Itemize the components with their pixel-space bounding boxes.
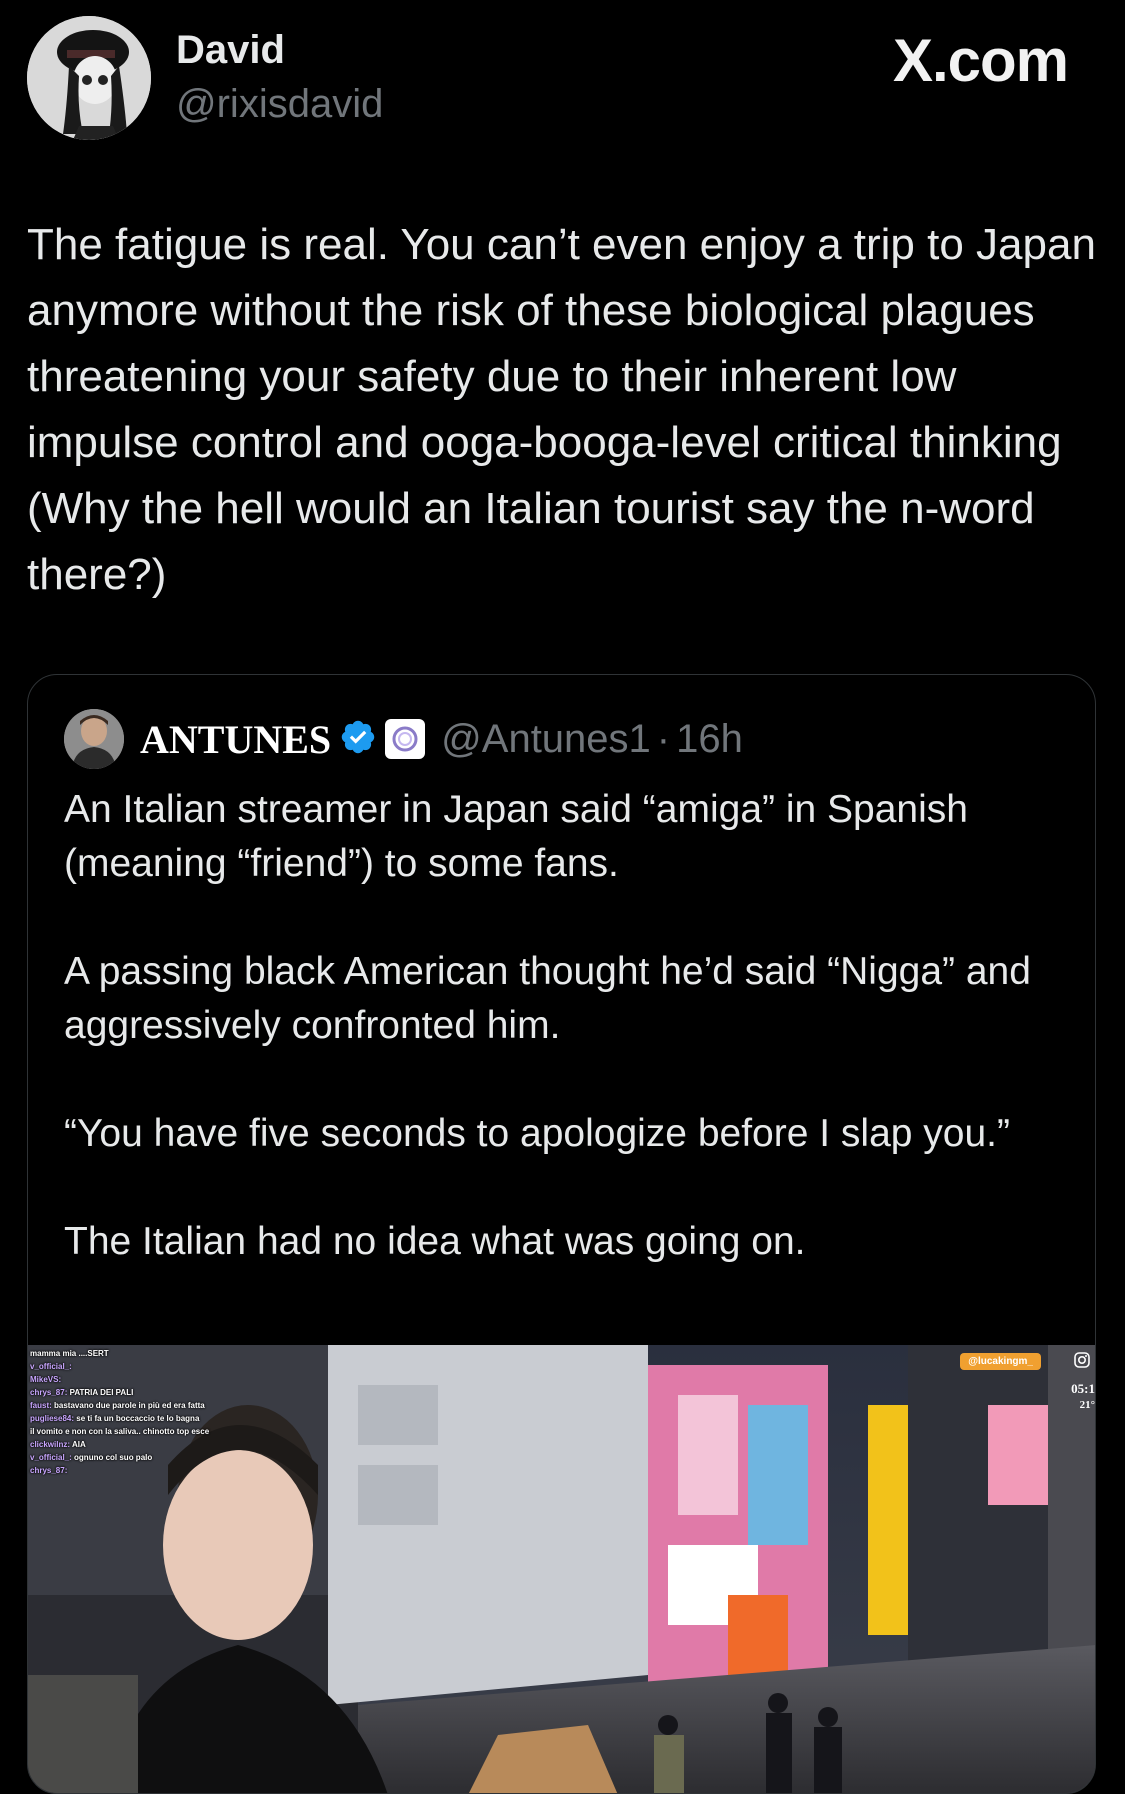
quoted-paragraph: A passing black American thought he’d sa… — [64, 950, 1031, 1047]
chat-line: pugliese84: se ti fa un boccaccio te lo … — [30, 1414, 200, 1423]
quoted-post-header: ANTUNES @Antunes1 · 16h — [64, 709, 743, 769]
stream-temperature: 21° — [1079, 1399, 1095, 1411]
chat-line: chrys_87: — [30, 1466, 68, 1475]
chat-line: v_official_: ognuno col suo palo — [30, 1453, 153, 1462]
chat-line: chrys_87: PATRIA DEI PALI — [30, 1388, 134, 1397]
chat-line: il vomito e non con la saliva.. chinotto… — [30, 1427, 210, 1436]
video-thumbnail[interactable]: mamma mia ....SERT v_official_: MikeVS: … — [28, 1345, 1095, 1793]
quoted-author-name[interactable]: ANTUNES — [140, 716, 331, 763]
chat-line: MikeVS: — [30, 1375, 62, 1384]
quoted-paragraph: The Italian had no idea what was going o… — [64, 1220, 806, 1263]
quoted-author-handle[interactable]: @Antunes1 — [441, 717, 651, 762]
quoted-paragraph: “You have five seconds to apologize befo… — [64, 1112, 1010, 1155]
post-text: The fatigue is real. You can’t even enjo… — [27, 220, 1109, 599]
chat-line: clickwilnz: AIA — [30, 1440, 86, 1449]
quoted-paragraph: An Italian streamer in Japan said “amiga… — [64, 788, 968, 885]
chat-line: mamma mia ....SERT — [30, 1349, 109, 1358]
stream-time: 05:1 — [1071, 1381, 1095, 1396]
quoted-post-text: An Italian streamer in Japan said “amiga… — [64, 783, 1074, 1323]
quoted-post-card[interactable]: ANTUNES @Antunes1 · 16h An Italian strea… — [27, 674, 1096, 1794]
author-handle[interactable]: @rixisdavid — [176, 82, 383, 127]
author-avatar[interactable] — [27, 16, 151, 140]
instagram-handle-badge: @lucakingm_ — [960, 1353, 1041, 1370]
verified-badge-icon — [339, 718, 377, 761]
meta-separator: · — [656, 716, 671, 761]
chat-line: v_official_: — [30, 1362, 72, 1371]
quoted-post-time[interactable]: 16h — [676, 717, 743, 762]
instagram-icon — [1073, 1351, 1091, 1369]
stream-clock: 05:1 21° — [1071, 1381, 1095, 1413]
brand-logo: X.com — [892, 27, 1069, 94]
chat-line: faust: bastavano due parole in più ed er… — [30, 1401, 205, 1410]
quoted-author-avatar[interactable] — [64, 709, 124, 769]
stream-chat-overlay: mamma mia ....SERT v_official_: MikeVS: … — [30, 1347, 260, 1477]
author-name[interactable]: David — [176, 28, 285, 73]
org-affiliate-badge-icon[interactable] — [385, 719, 426, 759]
